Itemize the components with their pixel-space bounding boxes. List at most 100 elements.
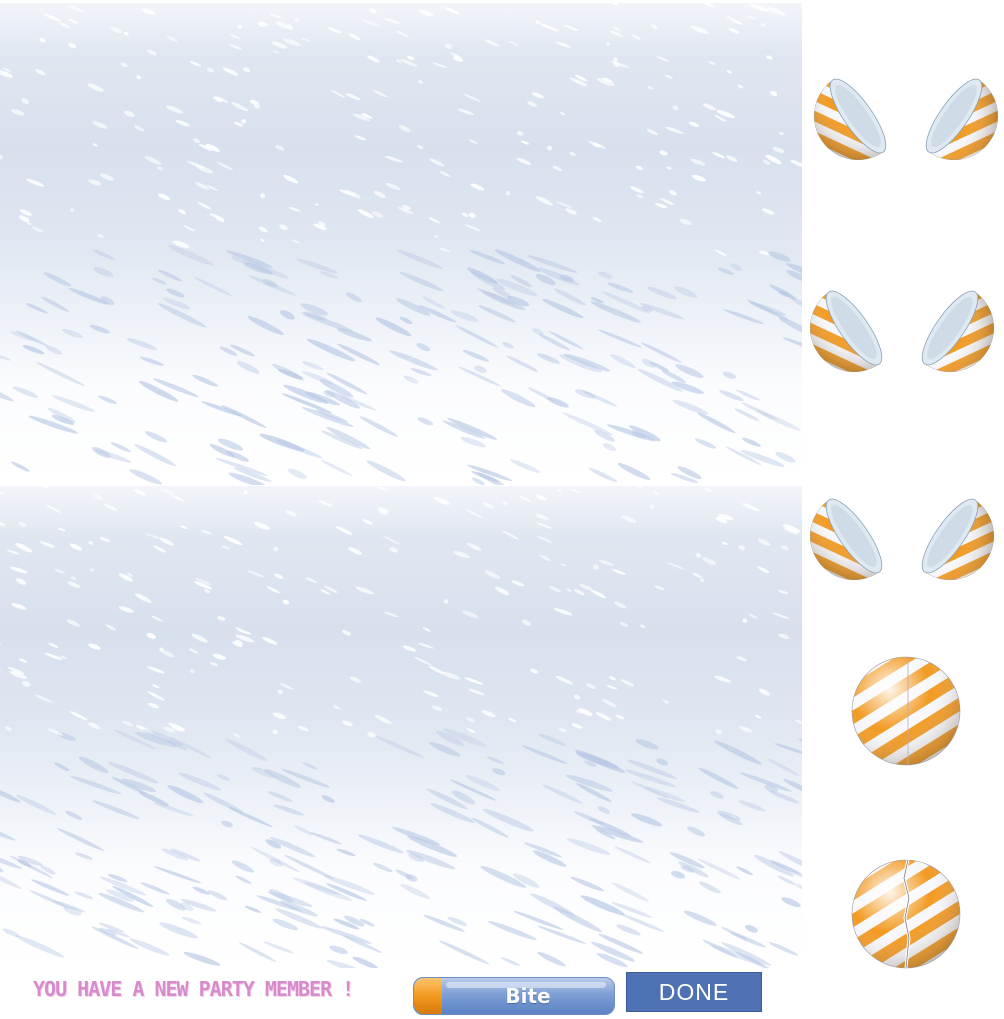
snow-streak	[742, 618, 748, 623]
snow-streak	[201, 530, 213, 535]
bite-button[interactable]: Bite	[413, 977, 615, 1015]
snow-streak	[741, 437, 761, 447]
bite-button-cap	[414, 978, 442, 1014]
snow-streak	[233, 733, 240, 738]
snow-streak	[15, 794, 57, 815]
snow-streak	[189, 668, 195, 674]
snow-streak	[629, 186, 644, 194]
snow-streak	[320, 926, 372, 944]
snow-streak	[158, 193, 170, 201]
snow-streak	[178, 772, 222, 791]
snow-streak	[505, 190, 511, 196]
snow-streak	[53, 762, 70, 772]
snow-streak	[345, 93, 361, 101]
snow-streak	[193, 276, 232, 296]
snow-streak	[635, 165, 644, 171]
snow-streak	[739, 772, 792, 792]
snow-streak	[719, 390, 744, 402]
snow-streak	[260, 238, 265, 242]
snow-streak	[78, 756, 109, 774]
snow-streak	[707, 61, 717, 65]
snow-streak	[463, 93, 481, 102]
snow-streak	[45, 345, 63, 355]
snow-streak	[549, 586, 562, 593]
snow-streak	[782, 337, 802, 352]
snow-streak	[43, 13, 62, 22]
snow-streak	[679, 218, 692, 226]
snow-streak	[45, 504, 62, 514]
snow-streak	[399, 316, 413, 325]
snow-streak	[770, 90, 778, 97]
snow-streak	[615, 714, 625, 720]
snow-streak	[598, 559, 614, 566]
snow-streak	[0, 640, 2, 645]
snow-streak	[88, 541, 94, 545]
snow-streak	[464, 677, 484, 685]
snow-streak	[373, 190, 386, 199]
snow-streak	[243, 490, 248, 495]
snow-streak	[445, 43, 452, 50]
snow-streak	[581, 390, 618, 407]
dialog-bar: YOU HAVE A NEW PARTY MEMBER ! Bite DONE	[0, 964, 1004, 1019]
snow-streak	[717, 267, 734, 275]
snow-streak	[616, 924, 641, 936]
snow-streak	[189, 61, 202, 67]
snow-streak	[144, 155, 162, 165]
snow-streak	[610, 354, 636, 368]
snow-streak	[536, 522, 553, 529]
snow-streak	[620, 679, 635, 687]
snow-streak	[566, 838, 611, 855]
snow-streak	[216, 774, 231, 781]
snow-streak	[772, 612, 790, 620]
snow-streak	[649, 504, 655, 509]
snow-streak	[413, 656, 432, 666]
snow-streak	[574, 589, 585, 596]
snow-streak	[67, 581, 81, 589]
snow-streak	[484, 570, 501, 579]
snow-streak	[93, 494, 103, 500]
snow-streak	[229, 34, 241, 39]
snow-scene-top	[0, 3, 802, 485]
snow-streak	[730, 263, 743, 271]
snow-streak	[241, 119, 247, 124]
snow-streak	[530, 668, 539, 674]
snow-streak	[602, 698, 617, 708]
snow-streak	[378, 486, 389, 492]
snow-streak	[43, 486, 49, 489]
snow-streak	[715, 729, 723, 735]
snow-streak	[484, 39, 500, 47]
snow-streak	[432, 62, 448, 69]
snow-streak	[553, 608, 573, 616]
snow-streak	[591, 825, 644, 843]
done-button[interactable]: DONE	[626, 972, 762, 1012]
snow-streak	[389, 547, 399, 553]
snow-streak	[637, 368, 683, 392]
snow-streak	[465, 509, 483, 518]
snow-streak	[277, 689, 283, 694]
snow-streak	[221, 820, 233, 828]
snow-streak	[597, 329, 642, 348]
snow-streak	[272, 363, 304, 381]
snow-streak	[798, 738, 802, 748]
snow-streak	[294, 17, 300, 23]
snow-streak	[274, 573, 284, 579]
snow-streak	[341, 720, 353, 727]
snow-streak	[385, 182, 401, 191]
snow-streak	[203, 792, 244, 813]
snow-streak	[366, 460, 406, 482]
snow-streak	[422, 627, 431, 632]
snow-streak	[100, 173, 115, 181]
snow-streak	[521, 619, 531, 626]
snow-streak	[777, 589, 789, 594]
snow-streak	[558, 727, 567, 733]
snow-streak	[659, 150, 668, 156]
snow-streak	[617, 463, 651, 480]
snow-streak	[300, 37, 310, 42]
snow-streak	[508, 717, 517, 723]
snow-streak	[671, 870, 686, 879]
snow-streak	[159, 922, 198, 939]
snow-streak	[136, 75, 142, 80]
snow-streak	[98, 395, 117, 404]
snow-streak	[297, 725, 309, 732]
snow-streak	[372, 862, 393, 873]
